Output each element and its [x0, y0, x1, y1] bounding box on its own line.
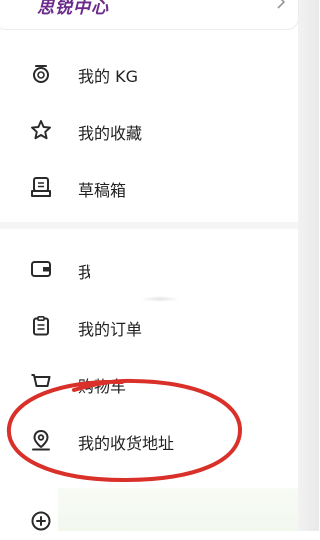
wallet-icon	[31, 261, 51, 277]
menu-label: 购物车	[78, 377, 127, 396]
menu-label: 我的收货地址	[78, 434, 175, 453]
menu-item-favorites[interactable]: 我的收藏	[0, 109, 298, 149]
image-smudge	[140, 296, 180, 302]
background-overlay	[298, 0, 319, 531]
chevron-right-icon	[277, 0, 286, 9]
location-pin-icon	[32, 430, 50, 451]
menu-item-cart[interactable]: 购物车	[0, 362, 298, 402]
plus-circle-icon	[31, 511, 51, 531]
menu-label: 我的订单	[78, 320, 143, 339]
menu-label: 我的收藏	[78, 124, 143, 143]
menu-item-drafts[interactable]: 草稿箱	[0, 166, 298, 206]
cart-icon	[31, 374, 51, 387]
star-icon	[31, 120, 51, 140]
menu-item-my-kg[interactable]: 我的 KG	[0, 52, 298, 92]
obscured-area	[90, 255, 298, 299]
menu-item-shipping-address[interactable]: 我的收货地址	[0, 419, 298, 459]
brand-text: 思锐中心	[37, 0, 109, 18]
kg-coin-icon	[33, 65, 49, 83]
menu-label: 我的 KG	[78, 67, 138, 86]
profile-card[interactable]: 思锐中心	[0, 0, 299, 30]
menu-label: 草稿箱	[78, 181, 127, 200]
menu-item-orders[interactable]: 我的订单	[0, 305, 298, 345]
drafts-box-icon	[31, 177, 51, 197]
section-divider	[0, 222, 298, 229]
blurred-region	[58, 488, 298, 531]
clipboard-icon	[33, 315, 49, 336]
